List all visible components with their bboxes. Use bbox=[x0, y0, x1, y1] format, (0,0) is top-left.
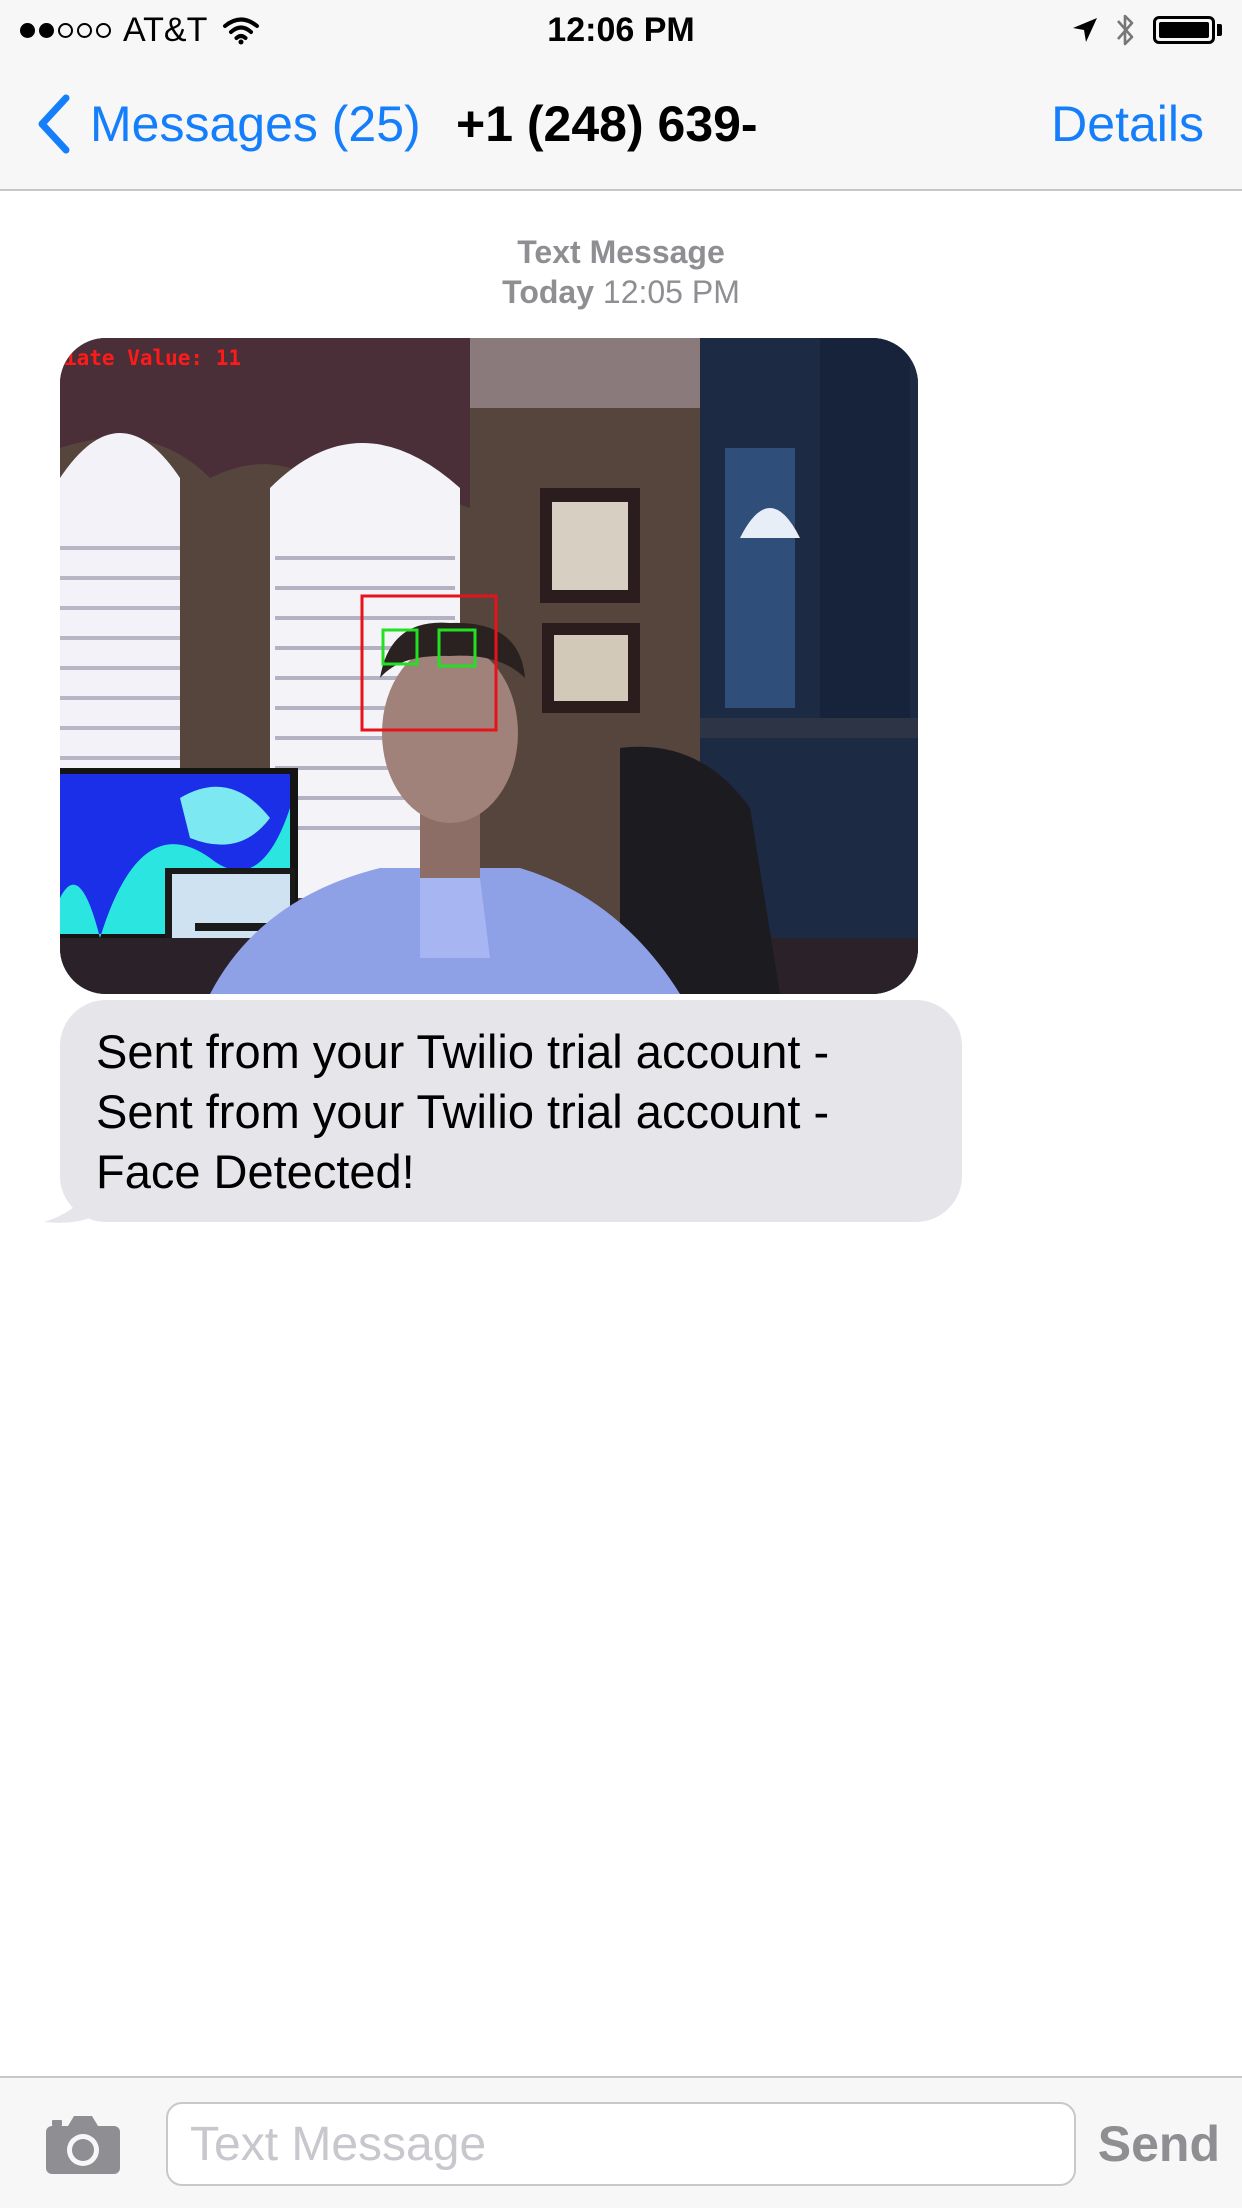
location-arrow-icon bbox=[1073, 18, 1097, 42]
back-button[interactable]: Messages (25) bbox=[34, 92, 421, 156]
message-time: 12:05 PM bbox=[602, 274, 740, 310]
message-line: Face Detected! bbox=[96, 1145, 415, 1198]
webcam-photo bbox=[60, 338, 918, 994]
status-right bbox=[1071, 10, 1222, 50]
status-bar: AT&T 12:06 PM bbox=[0, 0, 1242, 60]
image-attachment[interactable]: iate Value: 11 bbox=[60, 338, 918, 994]
overlay-text: iate Value: 11 bbox=[64, 346, 242, 370]
status-time: 12:06 PM bbox=[547, 11, 695, 49]
chevron-left-icon bbox=[38, 94, 70, 154]
navigation-bar: Messages (25) +1 (248) 639- Details bbox=[0, 60, 1242, 191]
back-label: Messages (25) bbox=[90, 96, 421, 152]
battery-fill bbox=[1159, 22, 1209, 38]
message-line: Sent from your Twilio trial account - bbox=[96, 1085, 830, 1138]
received-message-bubble[interactable]: Sent from your Twilio trial account - Se… bbox=[60, 1000, 962, 1222]
conversation-header: Text Message Today 12:05 PM bbox=[0, 232, 1242, 312]
message-line: Sent from your Twilio trial account - bbox=[96, 1025, 830, 1078]
camera-icon[interactable] bbox=[44, 2114, 122, 2176]
details-button[interactable]: Details bbox=[1051, 92, 1204, 156]
message-input-bar: Send bbox=[0, 2076, 1242, 2208]
conversation-title: +1 (248) 639- bbox=[456, 96, 758, 152]
message-day: Today bbox=[502, 274, 594, 310]
bluetooth-icon bbox=[1117, 14, 1134, 46]
message-timestamp: Today 12:05 PM bbox=[0, 272, 1242, 312]
message-type-label: Text Message bbox=[517, 234, 725, 270]
message-text-input[interactable] bbox=[166, 2102, 1076, 2186]
battery-icon bbox=[1153, 16, 1222, 44]
send-button[interactable]: Send bbox=[1098, 2108, 1220, 2180]
